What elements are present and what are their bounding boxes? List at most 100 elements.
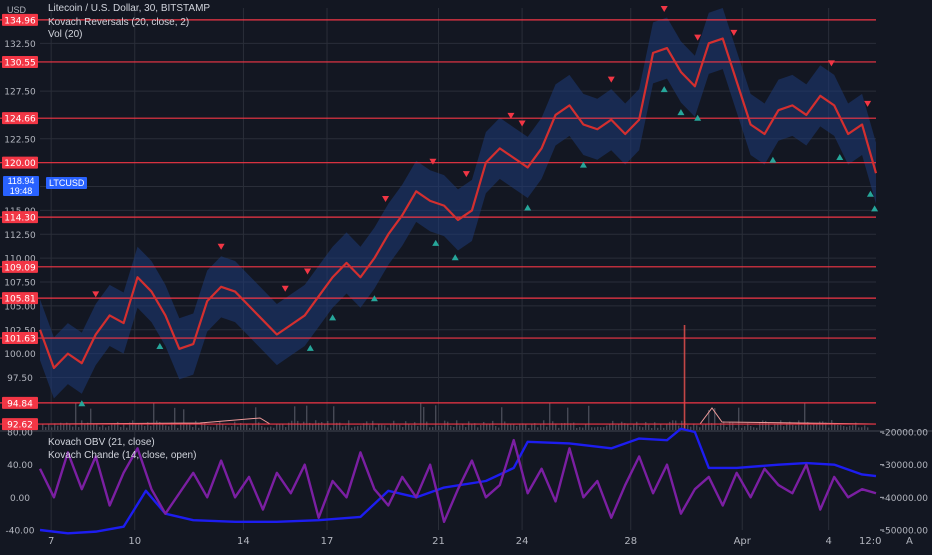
volume-bar xyxy=(153,403,155,430)
volume-bar xyxy=(225,425,227,430)
indicator-legend-reversals[interactable]: Kovach Reversals (20, close, 2) xyxy=(48,17,189,29)
volume-bar xyxy=(354,426,356,430)
volume-bar xyxy=(249,427,251,430)
volume-bar xyxy=(537,427,539,430)
indicator-legend-chande[interactable]: Kovach Chande (14, close, open) xyxy=(48,450,196,462)
volume-bar xyxy=(636,421,638,430)
volume-bar xyxy=(471,423,473,430)
volume-bar xyxy=(312,424,314,430)
volume-bar xyxy=(423,406,425,430)
volume-bar xyxy=(831,420,833,430)
volume-spike-bar xyxy=(683,325,686,430)
volume-bar xyxy=(582,427,584,430)
volume-bar xyxy=(660,424,662,430)
volume-bar xyxy=(651,427,653,430)
lower-right-tick-label: -30000.00 xyxy=(882,461,928,471)
volume-bar xyxy=(84,424,86,430)
volume-bar xyxy=(480,424,482,430)
auto-scale-label[interactable]: A xyxy=(906,536,913,547)
volume-bar xyxy=(420,402,422,430)
volume-bar xyxy=(456,420,458,430)
volume-bar xyxy=(141,424,143,430)
volume-bar xyxy=(399,424,401,430)
volume-bar xyxy=(384,425,386,430)
volume-bar xyxy=(138,424,140,430)
volume-bar xyxy=(78,427,80,430)
volume-bar xyxy=(729,422,731,430)
volume-bar xyxy=(192,426,194,430)
y-axis-tick-label: 107.50 xyxy=(4,279,36,289)
volume-bar xyxy=(321,421,323,430)
volume-bar xyxy=(252,424,254,430)
volume-bar xyxy=(477,427,479,430)
volume-bar xyxy=(435,405,437,430)
volume-bar xyxy=(45,427,47,430)
volume-bar xyxy=(639,426,641,430)
symbol-badge[interactable]: LTCUSD xyxy=(46,177,88,189)
volume-bar xyxy=(447,421,449,430)
indicator-legend-volume[interactable]: Vol (20) xyxy=(48,29,82,41)
volume-bar xyxy=(738,407,740,430)
volume-bar xyxy=(81,420,83,430)
volume-bar xyxy=(63,424,65,430)
volume-bar xyxy=(792,424,794,430)
volume-bar xyxy=(195,420,197,430)
level-badge-label: 94.84 xyxy=(7,399,33,409)
volume-bar xyxy=(630,427,632,430)
volume-bar xyxy=(357,426,359,430)
volume-bar xyxy=(165,425,167,430)
y-axis-tick-label: 127.50 xyxy=(4,88,36,98)
volume-bar xyxy=(333,406,335,430)
volume-bar xyxy=(300,424,302,430)
volume-bar xyxy=(705,423,707,430)
volume-bar xyxy=(450,425,452,430)
volume-bar xyxy=(576,427,578,430)
volume-bar xyxy=(48,424,50,430)
volume-bar xyxy=(867,427,869,430)
lower-right-tick-label: -40000.00 xyxy=(882,494,928,504)
volume-bar xyxy=(102,425,104,430)
volume-bar xyxy=(696,425,698,430)
volume-bar xyxy=(849,425,851,430)
volume-bar xyxy=(306,405,308,430)
x-axis-tick-label: Apr xyxy=(734,536,752,547)
volume-bar xyxy=(843,426,845,430)
volume-bar xyxy=(228,427,230,430)
volume-bar xyxy=(243,424,245,430)
volume-bar xyxy=(858,427,860,430)
volume-bar xyxy=(186,424,188,430)
volume-bar xyxy=(741,427,743,430)
level-badge-label: 114.30 xyxy=(4,214,36,224)
volume-bar xyxy=(150,425,152,430)
x-axis-tick-label: 17 xyxy=(321,536,334,547)
volume-bar xyxy=(264,427,266,430)
volume-bar xyxy=(144,425,146,430)
volume-bar xyxy=(270,426,272,430)
volume-bar xyxy=(174,407,176,430)
volume-bar xyxy=(342,426,344,430)
volume-bar xyxy=(345,425,347,430)
volume-bar xyxy=(495,426,497,430)
volume-bar xyxy=(672,420,674,430)
volume-bar xyxy=(579,427,581,430)
volume-bar xyxy=(603,427,605,430)
chart-title[interactable]: Litecoin / U.S. Dollar, 30, BITSTAMP xyxy=(48,3,210,15)
volume-bar xyxy=(267,427,269,430)
volume-bar xyxy=(324,423,326,430)
volume-bar xyxy=(99,426,101,430)
volume-bar xyxy=(657,427,659,430)
volume-bar xyxy=(276,424,278,430)
volume-bar xyxy=(93,424,95,430)
volume-bar xyxy=(123,424,125,430)
chart-canvas[interactable]: 97.50100.00102.50105.00107.50110.00112.5… xyxy=(0,0,932,550)
volume-bar xyxy=(207,426,209,430)
volume-bar xyxy=(666,424,668,430)
volume-bar xyxy=(282,423,284,430)
indicator-legend-obv[interactable]: Kovach OBV (21, close) xyxy=(48,437,155,449)
volume-bar xyxy=(675,420,677,430)
volume-bar xyxy=(783,426,785,430)
volume-bar xyxy=(810,425,812,430)
volume-bar xyxy=(822,421,824,430)
volume-bar xyxy=(591,427,593,430)
volume-bar xyxy=(411,425,413,430)
